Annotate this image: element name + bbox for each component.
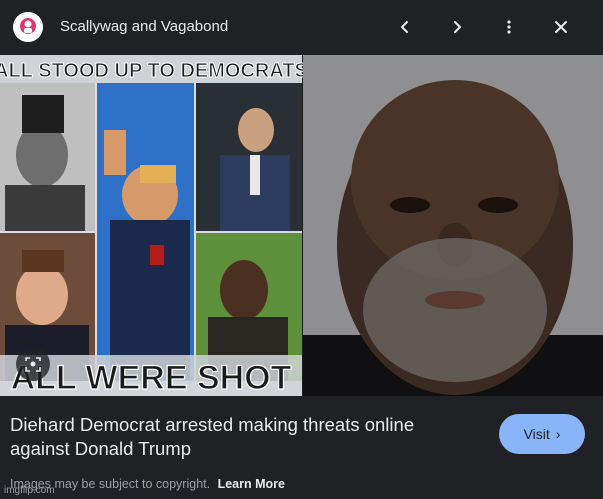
site-avatar-icon[interactable] [13, 12, 43, 42]
meme-collage-image [0, 55, 302, 396]
mugshot-image [303, 55, 603, 396]
lens-search-button[interactable] [16, 347, 50, 381]
imgflip-watermark: imgflip.com [4, 485, 55, 496]
visit-button[interactable]: Visit › [499, 414, 585, 454]
site-name[interactable]: Scallywag and Vagabond [60, 18, 228, 35]
image-preview[interactable]: ALL STOOD UP TO DEMOCRATS ALL WERE SHOT [0, 55, 603, 396]
meme-top-text: ALL STOOD UP TO DEMOCRATS [0, 60, 308, 82]
learn-more-link[interactable]: Learn More [218, 477, 285, 491]
chevron-right-icon [454, 21, 461, 33]
more-options-button[interactable] [494, 12, 524, 42]
close-icon [555, 21, 567, 33]
previous-button[interactable] [390, 12, 420, 42]
chevron-left-icon [401, 21, 408, 33]
more-vert-icon [507, 20, 511, 34]
result-title-line-2: against Donald Trump [10, 438, 191, 459]
result-title[interactable]: Diehard Democrat arrested making threats… [10, 413, 480, 461]
visit-label: Visit [523, 426, 550, 442]
viewer-header: Scallywag and Vagabond [0, 0, 603, 55]
result-title-line-1: Diehard Democrat arrested making threats… [10, 414, 415, 435]
meme-bottom-text: ALL WERE SHOT [11, 359, 292, 396]
close-button[interactable] [546, 12, 576, 42]
chevron-right-icon: › [555, 426, 561, 442]
lens-search-icon [25, 357, 41, 372]
next-button[interactable] [442, 12, 472, 42]
